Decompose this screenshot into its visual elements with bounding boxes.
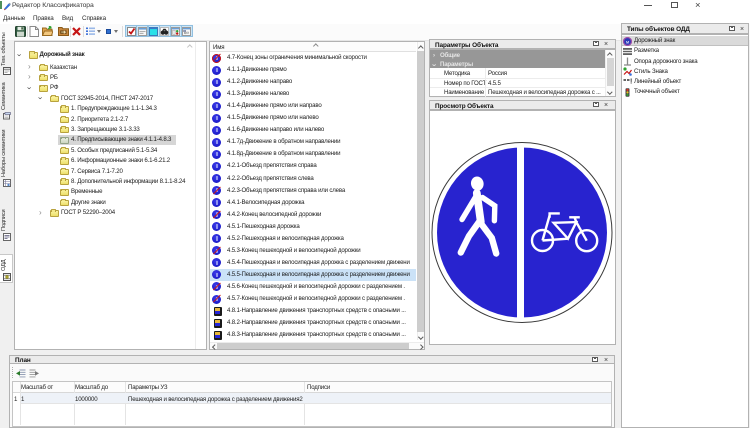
- svg-text:!: !: [630, 79, 632, 86]
- svg-text:м: м: [626, 39, 629, 44]
